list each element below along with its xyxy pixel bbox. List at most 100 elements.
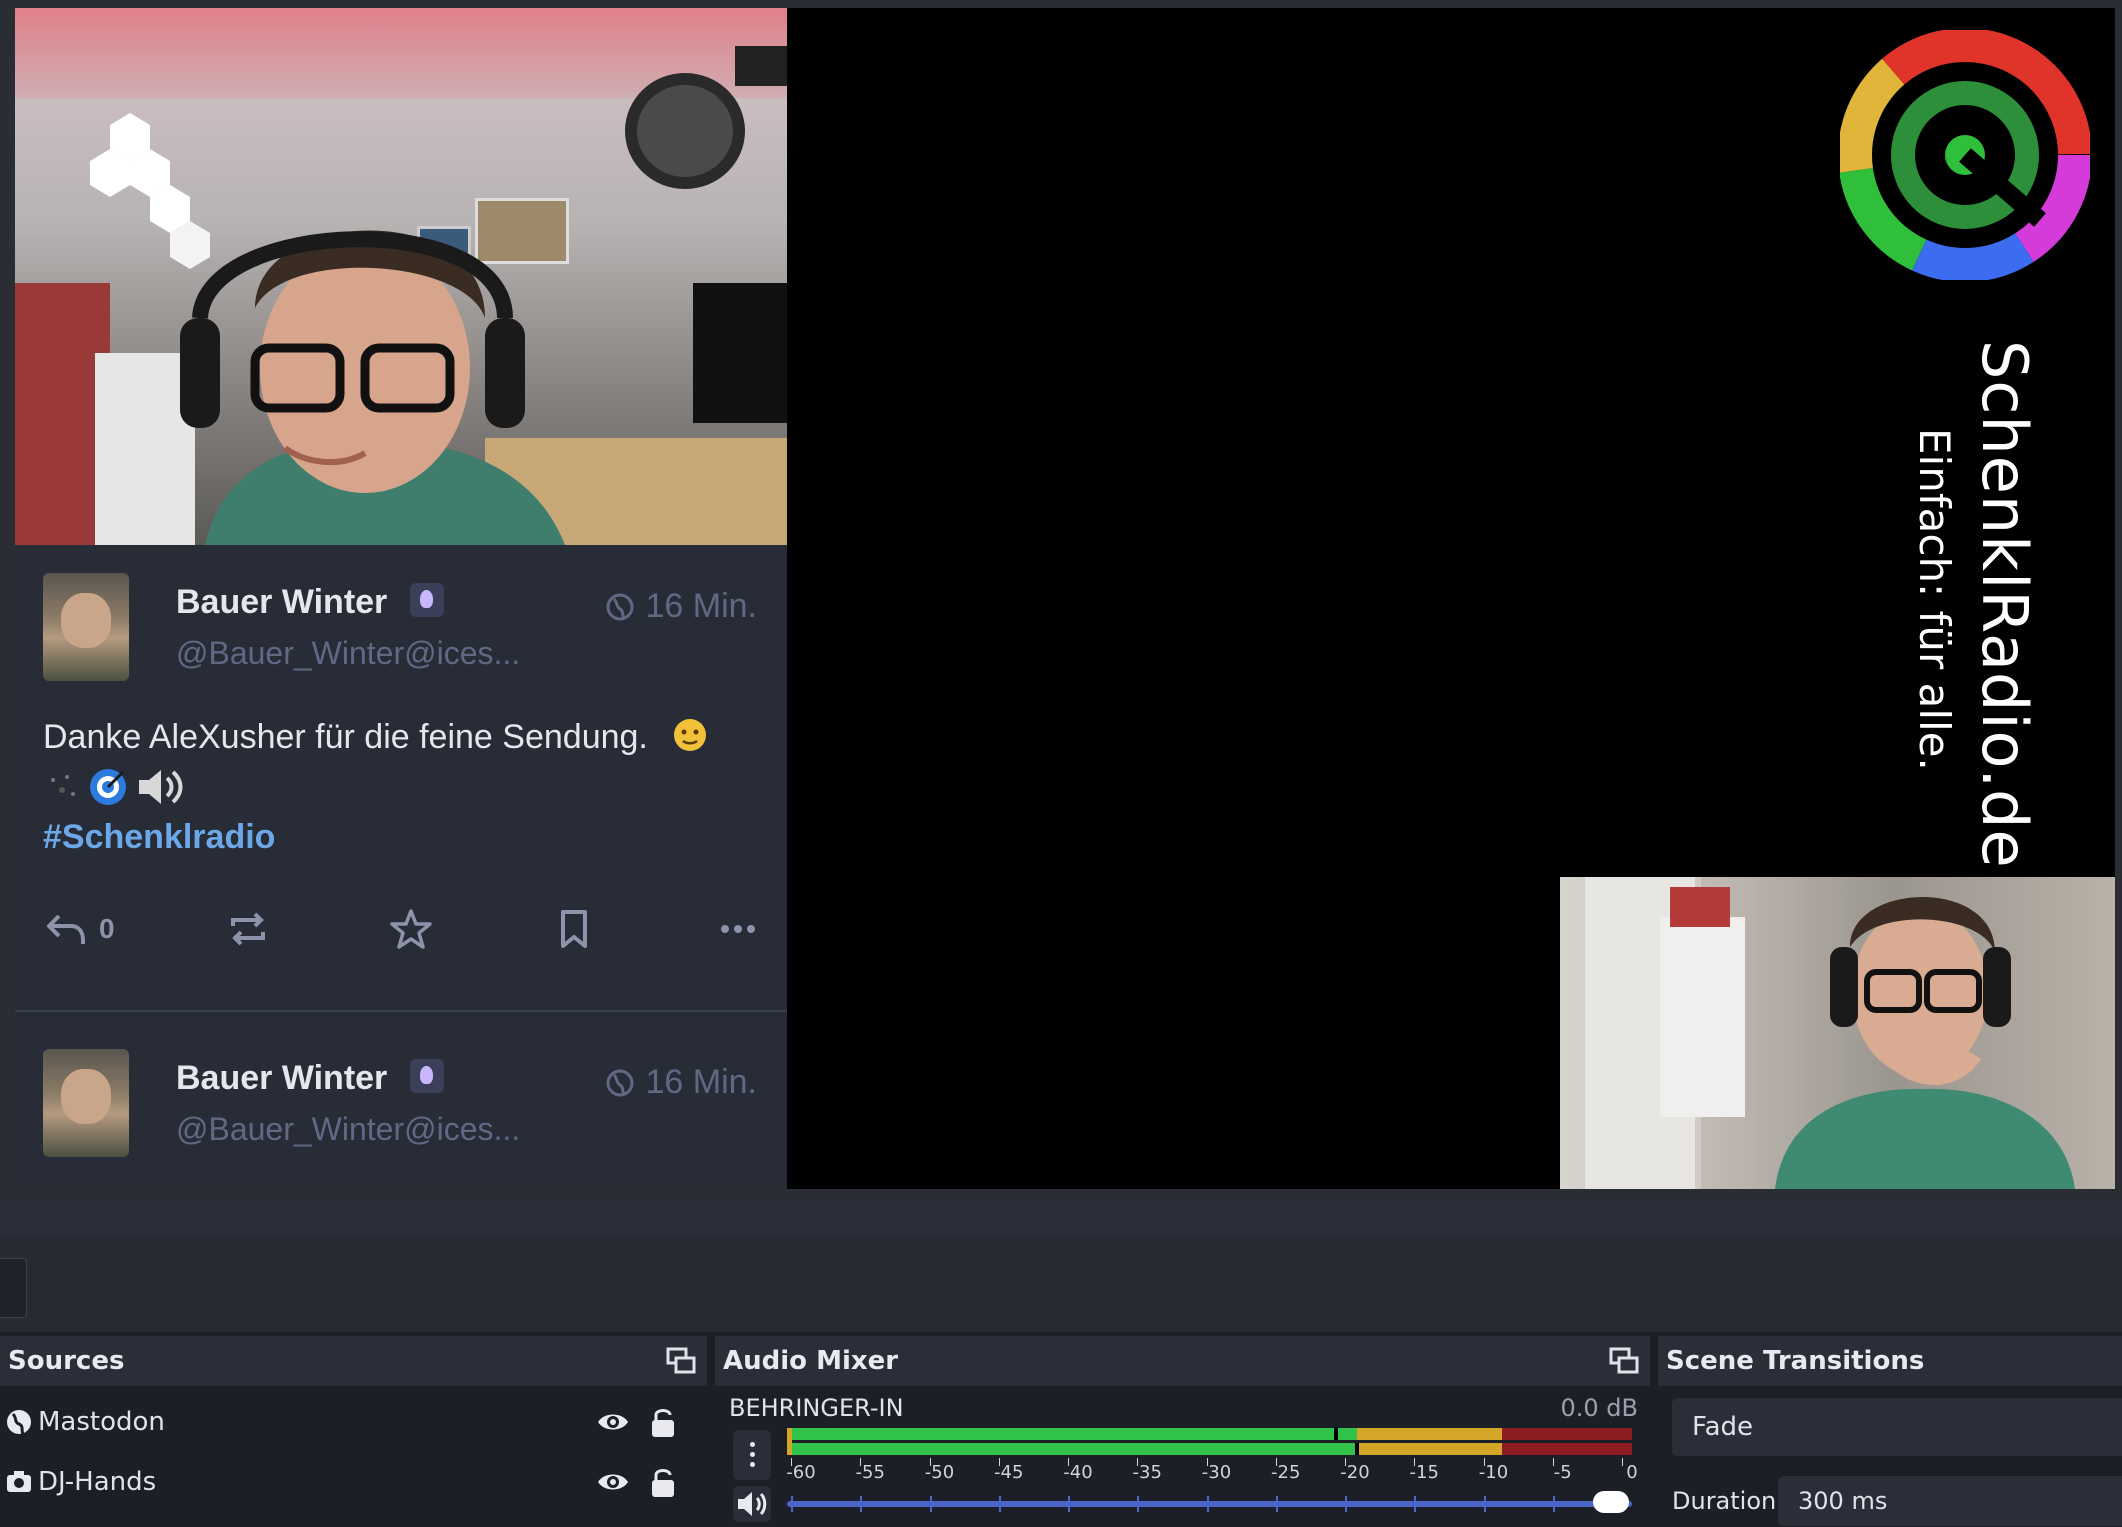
face-emoji-icon (674, 719, 707, 751)
meter-green (787, 1443, 1357, 1455)
volume-slider-knob[interactable] (1593, 1491, 1629, 1513)
toot-handle[interactable]: @Bauer_Winter@ices... (176, 1111, 520, 1148)
slider-tick (791, 1496, 793, 1512)
sparkle-emoji-icon (51, 775, 75, 796)
undock-icon[interactable] (665, 1346, 697, 1376)
scale-label: -40 (1063, 1462, 1093, 1483)
meter-yellow (1357, 1443, 1502, 1455)
reply-count: 0 (99, 913, 115, 944)
pip-shelf (1660, 917, 1745, 1117)
undock-icon[interactable] (1608, 1346, 1640, 1376)
meter-green (787, 1428, 1357, 1440)
scale-label: -35 (1132, 1462, 1162, 1483)
scale-label: -60 (786, 1462, 816, 1483)
slider-tick (929, 1496, 932, 1512)
source-label: DJ-Hands (38, 1467, 157, 1497)
globe-icon (7, 1410, 31, 1435)
meter-scale: -60 -55 -50 -45 -40 -35 -30 -25 -20 -15 -10 -5 0 (786, 1458, 1638, 1490)
scale-label: -10 (1478, 1462, 1509, 1483)
duration-input[interactable]: 300 ms (1778, 1476, 2122, 1526)
mixer-channel-name: BEHRINGER-IN (729, 1394, 904, 1422)
scale-label: -55 (855, 1462, 885, 1483)
star-icon (390, 909, 432, 949)
camera-icon (7, 1471, 31, 1492)
globe-icon (606, 593, 633, 621)
speaker-icon (738, 1492, 767, 1516)
scale-label: -15 (1409, 1462, 1439, 1483)
scene-collection-tab[interactable] (0, 1258, 27, 1318)
sources-title: Sources (0, 1336, 707, 1386)
audio-mixer-title: Audio Mixer (715, 1336, 1650, 1386)
toot-display-name[interactable]: Bauer Winter (176, 583, 387, 622)
source-item-mastodon[interactable]: Mastodon (0, 1392, 707, 1452)
preview-divider (0, 1200, 2122, 1236)
menu-dot (750, 1452, 755, 1457)
meter-red (1502, 1428, 1632, 1440)
lock-icon[interactable] (648, 1465, 678, 1499)
audio-mixer-dock: Audio Mixer BEHRINGER-IN 0.0 dB -60 -55 -5… (715, 1336, 1650, 1527)
meter-red (1502, 1443, 1632, 1455)
scale-tick (1622, 1458, 1623, 1466)
toot-time[interactable]: 16 Min. (606, 1063, 758, 1102)
toot-action-bar: 0 (43, 901, 763, 957)
mastodon-timeline[interactable]: Bauer Winter @Bauer_Winter@ices... 16 Mi… (15, 545, 787, 1189)
scale-label: -30 (1201, 1462, 1232, 1483)
mixer-menu-button[interactable] (733, 1430, 771, 1480)
toot-hashtag-link[interactable]: #Schenklradio (43, 818, 275, 856)
boost-icon (231, 912, 265, 946)
slider-tick (1414, 1496, 1417, 1512)
emoji-row (43, 762, 763, 812)
scale-label: -50 (924, 1462, 955, 1483)
source-item-dj-hands[interactable]: DJ-Hands (0, 1452, 707, 1512)
sources-dock: Sources Mastodon DJ-Hands (0, 1336, 707, 1527)
person-headphones-icon (1775, 897, 2075, 1189)
scale-label: -20 (1340, 1462, 1370, 1483)
menu-dot (750, 1442, 755, 1447)
mute-button[interactable] (733, 1486, 771, 1522)
scene-transitions-dock: Scene Transitions Fade Duration 300 ms (1658, 1336, 2122, 1527)
scale-label: -5 (1553, 1462, 1572, 1483)
toot-display-name[interactable]: Bauer Winter (176, 1059, 387, 1098)
person-headphones-icon (180, 230, 565, 545)
webcam-main (15, 8, 787, 545)
slider-tick (1345, 1496, 1347, 1512)
scale-label: 0 (1626, 1462, 1638, 1483)
toot-time-label: 16 Min. (645, 1063, 758, 1101)
toot-time-label: 16 Min. (645, 587, 758, 625)
schenklradio-logo-icon (1840, 30, 2090, 280)
audio-mixer-title-label: Audio Mixer (723, 1346, 899, 1376)
preview-area: Bauer Winter @Bauer_Winter@ices... 16 Mi… (0, 0, 2122, 1200)
slider-tick (998, 1496, 1001, 1512)
peak-marker (1355, 1443, 1359, 1455)
avatar[interactable] (43, 1049, 129, 1157)
globe-icon (606, 1069, 633, 1097)
favourite-button[interactable] (388, 901, 434, 957)
ellipsis-icon (721, 925, 755, 933)
pip-red-box (1670, 887, 1730, 927)
scene-transitions-title-label: Scene Transitions (1666, 1346, 1925, 1376)
toot-handle[interactable]: @Bauer_Winter@ices... (176, 635, 520, 672)
sources-title-label: Sources (8, 1346, 125, 1376)
avatar[interactable] (43, 573, 129, 681)
slider-tick (1068, 1496, 1070, 1512)
reply-icon (47, 914, 85, 944)
slider-tick (1552, 1496, 1555, 1512)
meter-yellow (1357, 1428, 1502, 1440)
reply-button[interactable]: 0 (43, 901, 115, 957)
more-options-button[interactable] (715, 901, 761, 957)
lock-icon[interactable] (648, 1405, 678, 1439)
transition-select[interactable]: Fade (1672, 1398, 2122, 1456)
webcam-monitor (693, 283, 787, 423)
scenes-toolbar (0, 1236, 2122, 1332)
mixer-channel-level: 0.0 dB (1560, 1394, 1639, 1422)
source-label: Mastodon (38, 1407, 165, 1437)
bookmark-icon (561, 910, 587, 948)
bookmark-button[interactable] (551, 901, 597, 957)
eye-icon[interactable] (595, 1464, 631, 1500)
eye-icon[interactable] (595, 1404, 631, 1440)
toot-time[interactable]: 16 Min. (606, 587, 758, 626)
bot-badge-icon (410, 1059, 444, 1093)
boost-button[interactable] (225, 901, 271, 957)
meter-start (787, 1428, 792, 1455)
toot-divider (15, 1010, 787, 1012)
